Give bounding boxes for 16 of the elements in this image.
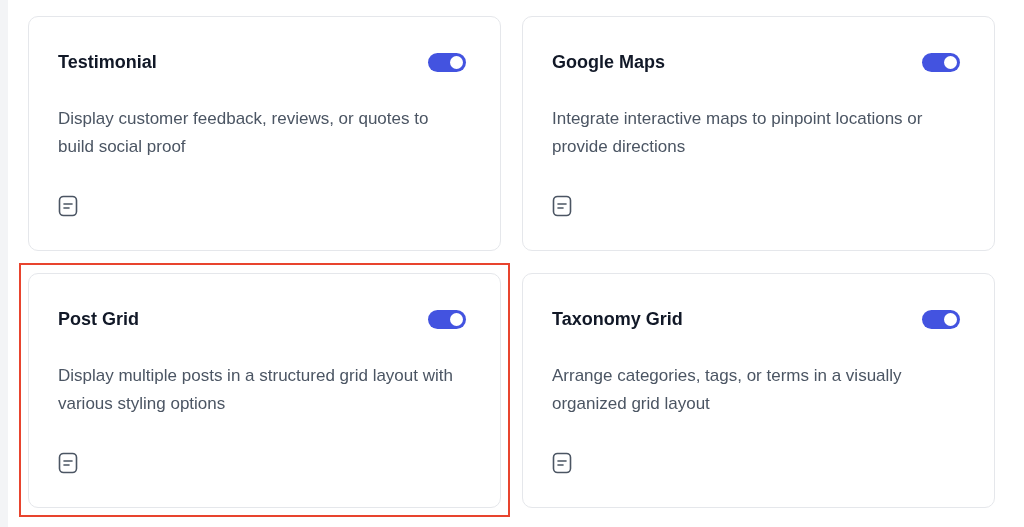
note-icon[interactable]: [58, 452, 78, 474]
card-title: Taxonomy Grid: [552, 308, 683, 330]
card-title: Google Maps: [552, 51, 665, 73]
toggle-switch[interactable]: [922, 52, 960, 72]
card-description: Display customer feedback, reviews, or quotes to build social proof: [58, 108, 430, 158]
note-icon[interactable]: [552, 195, 572, 217]
card-title: Testimonial: [58, 51, 157, 73]
note-icon[interactable]: [552, 452, 572, 474]
card-description: Integrate interactive maps to pinpoint locations or provide directions: [552, 108, 924, 158]
toggle-switch[interactable]: [922, 309, 960, 329]
card-title: Post Grid: [58, 308, 139, 330]
toggle-switch[interactable]: [428, 52, 466, 72]
card-description: Arrange categories, tags, or terms in a visually organized grid layout: [552, 365, 903, 415]
toggle-switch[interactable]: [428, 309, 466, 329]
card-description: Display multiple posts in a structured grid layout with various styling options: [58, 365, 454, 415]
note-icon[interactable]: [58, 195, 78, 217]
